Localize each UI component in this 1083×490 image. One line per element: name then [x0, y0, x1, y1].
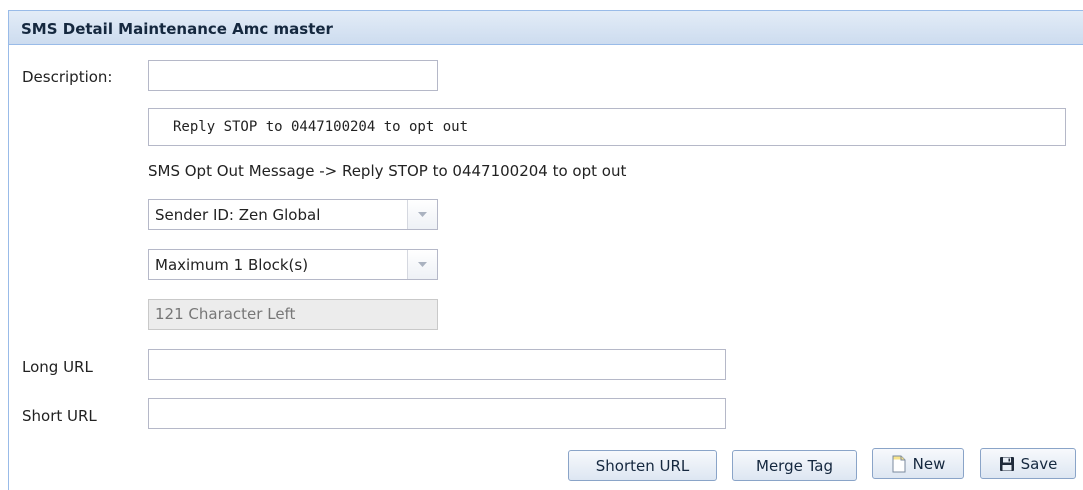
max-blocks-combo[interactable]: Maximum 1 Block(s) — [148, 249, 438, 280]
new-label: New — [912, 454, 946, 473]
new-button[interactable]: New — [872, 448, 964, 479]
long-url-label: Long URL — [22, 358, 93, 376]
floppy-disk-icon — [999, 456, 1015, 472]
sender-id-combo[interactable]: Sender ID: Zen Global — [148, 199, 438, 230]
opt-out-text-input[interactable]: Reply STOP to 0447100204 to opt out — [148, 108, 1066, 146]
description-label: Description: — [22, 68, 113, 86]
long-url-input[interactable] — [148, 349, 726, 380]
opt-out-message-text: SMS Opt Out Message -> Reply STOP to 044… — [148, 162, 627, 180]
save-button[interactable]: Save — [980, 448, 1076, 479]
merge-tag-button[interactable]: Merge Tag — [732, 450, 857, 481]
description-input[interactable] — [148, 60, 438, 91]
save-label: Save — [1020, 454, 1058, 473]
characters-left-field: 121 Character Left — [148, 299, 438, 330]
merge-tag-label: Merge Tag — [756, 456, 833, 475]
panel-title: SMS Detail Maintenance Amc master — [9, 11, 1083, 45]
sender-id-value: Sender ID: Zen Global — [155, 205, 321, 224]
short-url-label: Short URL — [22, 407, 97, 425]
shorten-url-label: Shorten URL — [595, 456, 690, 475]
short-url-input[interactable] — [148, 398, 726, 429]
chevron-down-icon[interactable] — [407, 200, 437, 229]
new-document-icon — [891, 455, 907, 473]
max-blocks-value: Maximum 1 Block(s) — [155, 255, 309, 274]
shorten-url-button[interactable]: Shorten URL — [568, 450, 717, 481]
chevron-down-icon[interactable] — [407, 250, 437, 279]
